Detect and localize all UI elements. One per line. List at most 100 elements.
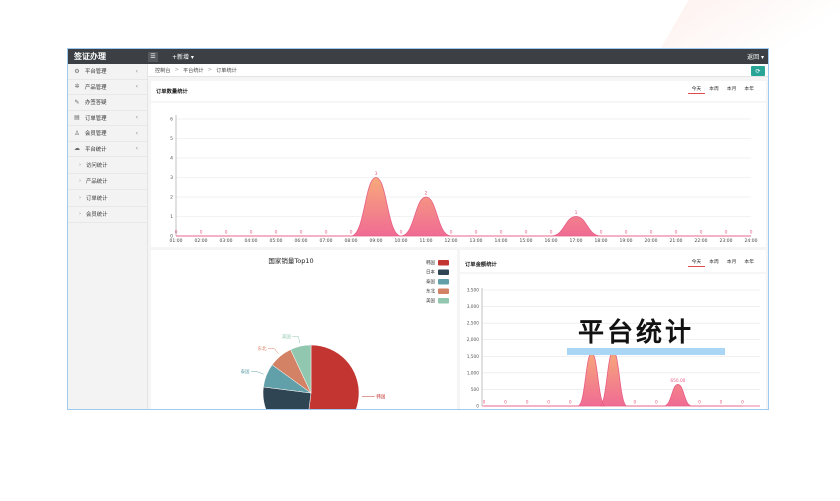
cloud-icon: ☁ bbox=[74, 145, 80, 153]
refresh-icon[interactable]: ⟳ bbox=[751, 66, 765, 76]
x-tick-label: 04:00 bbox=[245, 238, 258, 244]
sidebar: ⚙ 平台管理 ‹ ✲ 产品管理 ‹ ✎ 办签答疑 ▤ 订单管理 ‹ ♙ 会员管理… bbox=[68, 64, 148, 409]
y-tick-label: 6 bbox=[170, 117, 173, 123]
new-button[interactable]: +新增 ▾ bbox=[172, 52, 194, 61]
data-label: 0 bbox=[655, 400, 658, 406]
settings-icon: ✲ bbox=[74, 83, 80, 91]
label-leader bbox=[251, 371, 264, 375]
data-label: 0 bbox=[625, 230, 628, 236]
x-tick-label: 11:00 bbox=[420, 238, 433, 244]
x-tick-label: 24:00 bbox=[745, 238, 758, 244]
y-tick-label: 2 bbox=[170, 195, 173, 201]
sidebar-subitem-orders[interactable]: › 订单统计 bbox=[68, 190, 147, 207]
sidebar-subitem-label: 产品统计 bbox=[86, 179, 108, 186]
chart-title: 国家销量Top10 bbox=[268, 256, 313, 265]
x-tick-label: 22:00 bbox=[695, 238, 708, 244]
app-title: 签证办理 bbox=[74, 52, 106, 61]
x-tick-label: 05:00 bbox=[270, 238, 283, 244]
sidebar-item-faq[interactable]: ✎ 办签答疑 bbox=[68, 95, 147, 111]
data-label: 3 bbox=[375, 171, 378, 177]
legend-label: 泰国 bbox=[426, 278, 435, 285]
data-label: 0 bbox=[700, 230, 703, 236]
chevron-down-icon: ‹ bbox=[135, 145, 138, 153]
data-label: 0 bbox=[200, 230, 203, 236]
x-tick-label: 03:00 bbox=[220, 238, 233, 244]
order-count-panel: 订单数量统计 今天 本周 本月 本年 0 1 2 3 4 5 6 01:00 0 02:00 0 03… bbox=[151, 81, 766, 247]
data-label: 0 bbox=[725, 230, 728, 236]
sidebar-item-members[interactable]: ♙ 会员管理 ‹ bbox=[68, 126, 147, 142]
y-tick-label: 4 bbox=[170, 156, 173, 162]
breadcrumb-item: 订单统计 bbox=[216, 67, 237, 74]
breadcrumb-item[interactable]: 控制台 bbox=[155, 67, 171, 74]
data-label: 0 bbox=[475, 230, 478, 236]
breadcrumb-separator: > bbox=[207, 67, 213, 73]
x-tick-label: 21:00 bbox=[670, 238, 683, 244]
y-tick-label: 5 bbox=[170, 136, 173, 142]
y-tick-label: 2,500 bbox=[467, 321, 480, 327]
chevron-left-icon: ‹ bbox=[135, 83, 138, 91]
x-tick-label: 17:00 bbox=[570, 238, 583, 244]
data-label: 0 bbox=[526, 400, 529, 406]
x-tick-label: 18:00 bbox=[595, 238, 608, 244]
data-label: 0 bbox=[650, 230, 653, 236]
sidebar-item-label: 平台管理 bbox=[85, 69, 107, 76]
chevron-right-icon: › bbox=[79, 194, 81, 201]
data-label: 0 bbox=[675, 230, 678, 236]
country-pie-chart: 国家销量Top10韩国日本泰国东北美国韩国日本泰国东北美国 bbox=[241, 256, 449, 409]
y-tick-label: 3 bbox=[170, 175, 173, 181]
user-icon: ♙ bbox=[74, 129, 80, 137]
legend-label: 日本 bbox=[426, 269, 435, 276]
data-label: 0 bbox=[698, 400, 701, 406]
slice-label: 泰国 bbox=[241, 368, 250, 375]
legend-swatch bbox=[438, 260, 449, 266]
x-tick-label: 07:00 bbox=[320, 238, 333, 244]
legend-swatch bbox=[438, 269, 449, 275]
app-window: 签证办理 ☰ +新增 ▾ 返回 ▾ ⚙ 平台管理 ‹ ✲ 产品管理 ‹ ✎ 办签… bbox=[67, 48, 769, 410]
x-tick-label: 02:00 bbox=[195, 238, 208, 244]
slice-label: 美国 bbox=[282, 333, 291, 340]
x-tick-label: 15:00 bbox=[520, 238, 533, 244]
legend-label: 美国 bbox=[426, 297, 435, 304]
back-button[interactable]: 返回 ▾ bbox=[747, 52, 764, 61]
sidebar-item-orders[interactable]: ▤ 订单管理 ‹ bbox=[68, 111, 147, 126]
series-area bbox=[484, 350, 743, 407]
legend-swatch bbox=[438, 298, 449, 304]
chevron-left-icon: ‹ bbox=[135, 67, 138, 75]
sidebar-subitem-visits[interactable]: › 访问统计 bbox=[68, 157, 147, 174]
y-tick-label: 2,000 bbox=[467, 337, 480, 343]
data-label: 0 bbox=[275, 230, 278, 236]
data-label: 0 bbox=[569, 400, 572, 406]
legend-swatch bbox=[438, 279, 449, 285]
chevron-left-icon: ‹ bbox=[135, 129, 138, 137]
sidebar-item-stats[interactable]: ☁ 平台统计 ‹ bbox=[68, 142, 147, 157]
x-tick-label: 19:00 bbox=[620, 238, 633, 244]
data-label: 0 bbox=[325, 230, 328, 236]
data-label: 0 bbox=[750, 230, 753, 236]
label-leader bbox=[292, 336, 301, 344]
x-tick-label: 06:00 bbox=[295, 238, 308, 244]
chevron-right-icon: › bbox=[79, 161, 81, 168]
data-label: 0 bbox=[600, 230, 603, 236]
data-label: 0 bbox=[483, 400, 486, 406]
main-content: 控制台 > 平台统计 > 订单统计 ⟳ 订单数量统计 今天 本周 本月 本年 0… bbox=[148, 64, 768, 409]
data-label: 0 bbox=[547, 400, 550, 406]
sidebar-subitem-label: 会员统计 bbox=[86, 212, 108, 219]
x-tick-label: 12:00 bbox=[445, 238, 458, 244]
sidebar-item-label: 会员管理 bbox=[85, 131, 107, 138]
sidebar-subitem-members[interactable]: › 会员统计 bbox=[68, 207, 147, 223]
data-label: 0 bbox=[175, 230, 178, 236]
x-tick-label: 20:00 bbox=[645, 238, 658, 244]
label-leader bbox=[268, 348, 279, 354]
chevron-right-icon: › bbox=[79, 178, 81, 185]
sidebar-subitem-products[interactable]: › 产品统计 bbox=[68, 174, 147, 190]
sidebar-item-platform[interactable]: ⚙ 平台管理 ‹ bbox=[68, 64, 147, 80]
sidebar-item-label: 产品管理 bbox=[85, 84, 107, 91]
x-tick-label: 10:00 bbox=[395, 238, 408, 244]
sidebar-item-products[interactable]: ✲ 产品管理 ‹ bbox=[68, 80, 147, 95]
country-sales-panel: 国家销量Top10韩国日本泰国东北美国韩国日本泰国东北美国 bbox=[151, 250, 457, 409]
legend-swatch bbox=[438, 288, 449, 294]
data-label: 0 bbox=[504, 400, 507, 406]
breadcrumb-item[interactable]: 平台统计 bbox=[183, 67, 204, 74]
menu-toggle-icon[interactable]: ☰ bbox=[148, 51, 158, 62]
data-label: 0 bbox=[550, 230, 553, 236]
